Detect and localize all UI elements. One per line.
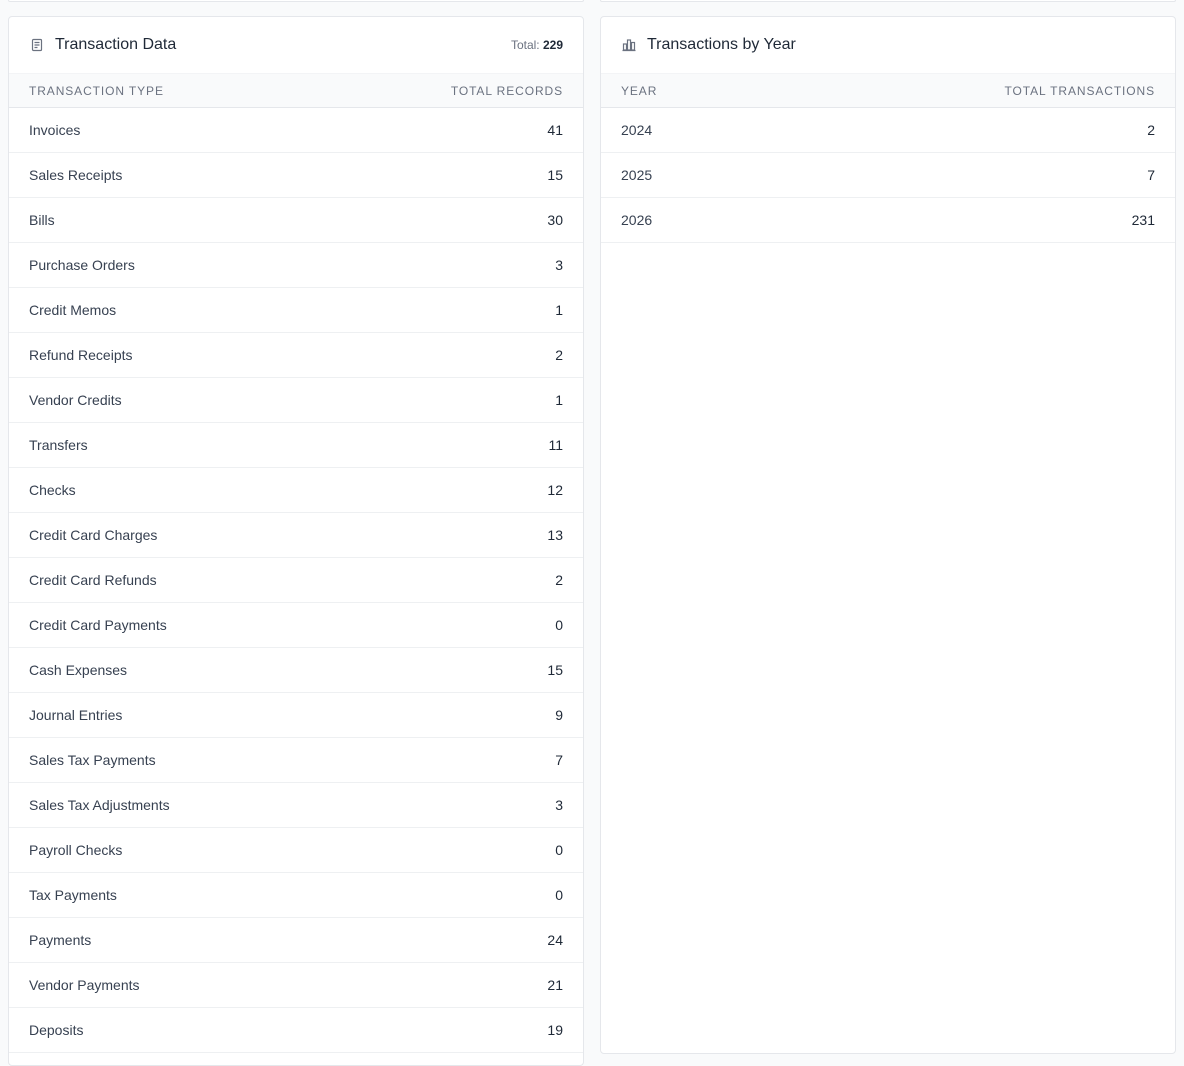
transactions-by-year-title: Transactions by Year — [647, 36, 796, 53]
table-row-label: Credit Memos — [29, 302, 117, 318]
table-row[interactable]: Payments 24 — [9, 918, 583, 963]
table-row-value: 7 — [1147, 167, 1155, 183]
transaction-data-rows: Invoices 41 Sales Receipts 15 Bills 30 Purchas… — [9, 108, 583, 1053]
column-header-total-transactions[interactable]: TOTAL TRANSACTIONS — [1005, 84, 1155, 98]
table-row-value: 2 — [555, 572, 563, 588]
table-row[interactable]: Deposits 19 — [9, 1008, 583, 1053]
table-row-value: 0 — [555, 842, 563, 858]
table-row-label: Tax Payments — [29, 887, 117, 903]
table-row-label: Vendor Payments — [29, 977, 140, 993]
table-row[interactable]: 2024 2 — [601, 108, 1175, 153]
transactions-by-year-title-wrap: Transactions by Year — [621, 36, 796, 54]
column-header-transaction-type[interactable]: TRANSACTION TYPE — [29, 84, 164, 98]
table-row[interactable]: Vendor Credits 1 — [9, 378, 583, 423]
bar-chart-icon — [621, 37, 637, 53]
table-row[interactable]: 2026 231 — [601, 198, 1175, 243]
table-row-label: Deposits — [29, 1022, 84, 1038]
table-row[interactable]: Vendor Payments 21 — [9, 963, 583, 1008]
table-row[interactable]: Transfers 11 — [9, 423, 583, 468]
total-label: Total: — [510, 38, 540, 52]
table-row-label: Credit Card Refunds — [29, 572, 157, 588]
table-row-label: Sales Tax Adjustments — [29, 797, 170, 813]
table-row-label: Checks — [29, 482, 76, 498]
table-row-value: 15 — [547, 167, 563, 183]
previous-card-bottom-right — [600, 0, 1176, 2]
table-row-label: Transfers — [29, 437, 88, 453]
table-row-value: 0 — [555, 887, 563, 903]
table-row-value: 21 — [547, 977, 563, 993]
table-row[interactable]: Credit Card Charges 13 — [9, 513, 583, 558]
table-row-value: 11 — [548, 437, 563, 453]
column-header-total-records[interactable]: TOTAL RECORDS — [451, 84, 563, 98]
table-row-label: Vendor Credits — [29, 392, 122, 408]
column-header-year[interactable]: YEAR — [621, 84, 657, 98]
table-row-label: Purchase Orders — [29, 257, 135, 273]
transaction-data-total: Total: 229 — [511, 38, 563, 52]
table-row-label: Payroll Checks — [29, 842, 123, 858]
table-row-value: 231 — [1131, 212, 1155, 228]
table-row[interactable]: Bills 30 — [9, 198, 583, 243]
table-row-label: Credit Card Charges — [29, 527, 158, 543]
table-row[interactable]: Credit Card Payments 0 — [9, 603, 583, 648]
table-row[interactable]: Credit Memos 1 — [9, 288, 583, 333]
table-row-value: 41 — [547, 122, 563, 138]
transaction-data-title-wrap: Transaction Data — [29, 36, 176, 54]
table-row[interactable]: Sales Tax Adjustments 3 — [9, 783, 583, 828]
table-row[interactable]: Sales Tax Payments 7 — [9, 738, 583, 783]
table-row-label: Payments — [29, 932, 92, 948]
table-row[interactable]: Sales Receipts 15 — [9, 153, 583, 198]
table-row[interactable]: Checks 12 — [9, 468, 583, 513]
table-row-label: Cash Expenses — [29, 662, 128, 678]
table-row-value: 30 — [547, 212, 563, 228]
table-row-value: 2 — [555, 347, 563, 363]
table-row-label: Credit Card Payments — [29, 617, 167, 633]
table-row[interactable]: 2025 7 — [601, 153, 1175, 198]
table-row-value: 3 — [555, 257, 563, 273]
table-row-label: 2024 — [621, 122, 653, 138]
table-row[interactable]: Credit Card Refunds 2 — [9, 558, 583, 603]
table-row-value: 9 — [555, 707, 563, 723]
table-row-value: 19 — [547, 1022, 563, 1038]
table-row-value: 15 — [547, 662, 563, 678]
table-row[interactable]: Invoices 41 — [9, 108, 583, 153]
table-row-label: 2026 — [621, 212, 653, 228]
transaction-data-title: Transaction Data — [55, 36, 177, 53]
table-row-value: 0 — [555, 617, 563, 633]
transactions-by-year-card: Transactions by Year YEAR TOTAL TRANSACT… — [600, 16, 1176, 1054]
table-row-value: 1 — [555, 302, 563, 318]
transaction-data-card: Transaction Data Total: 229 TRANSACTION … — [8, 16, 584, 1066]
table-row-label: Sales Tax Payments — [29, 752, 156, 768]
table-row-value: 3 — [555, 797, 563, 813]
table-row-value: 2 — [1147, 122, 1155, 138]
table-row-value: 7 — [555, 752, 563, 768]
table-row[interactable]: Refund Receipts 2 — [9, 333, 583, 378]
previous-card-bottom-left — [8, 0, 584, 2]
transactions-by-year-column-headers: YEAR TOTAL TRANSACTIONS — [601, 74, 1175, 108]
table-row[interactable]: Cash Expenses 15 — [9, 648, 583, 693]
transaction-data-column-headers: TRANSACTION TYPE TOTAL RECORDS — [9, 74, 583, 108]
transactions-by-year-rows: 2024 2 2025 7 2026 231 — [601, 108, 1175, 243]
table-row-label: Refund Receipts — [29, 347, 133, 363]
table-row-label: Sales Receipts — [29, 167, 123, 183]
table-row-label: 2025 — [621, 167, 653, 183]
table-row-label: Journal Entries — [29, 707, 123, 723]
table-row-value: 24 — [547, 932, 563, 948]
table-row-label: Bills — [29, 212, 55, 228]
table-row[interactable]: Tax Payments 0 — [9, 873, 583, 918]
table-row[interactable]: Purchase Orders 3 — [9, 243, 583, 288]
table-row[interactable]: Journal Entries 9 — [9, 693, 583, 738]
table-row-value: 13 — [547, 527, 563, 543]
transaction-data-header: Transaction Data Total: 229 — [9, 17, 583, 74]
table-row-label: Invoices — [29, 122, 81, 138]
total-value: 229 — [542, 38, 563, 52]
table-row-value: 12 — [547, 482, 563, 498]
table-row[interactable]: Payroll Checks 0 — [9, 828, 583, 873]
receipt-icon — [29, 37, 45, 53]
table-row-value: 1 — [555, 392, 563, 408]
transactions-by-year-header: Transactions by Year — [601, 17, 1175, 74]
